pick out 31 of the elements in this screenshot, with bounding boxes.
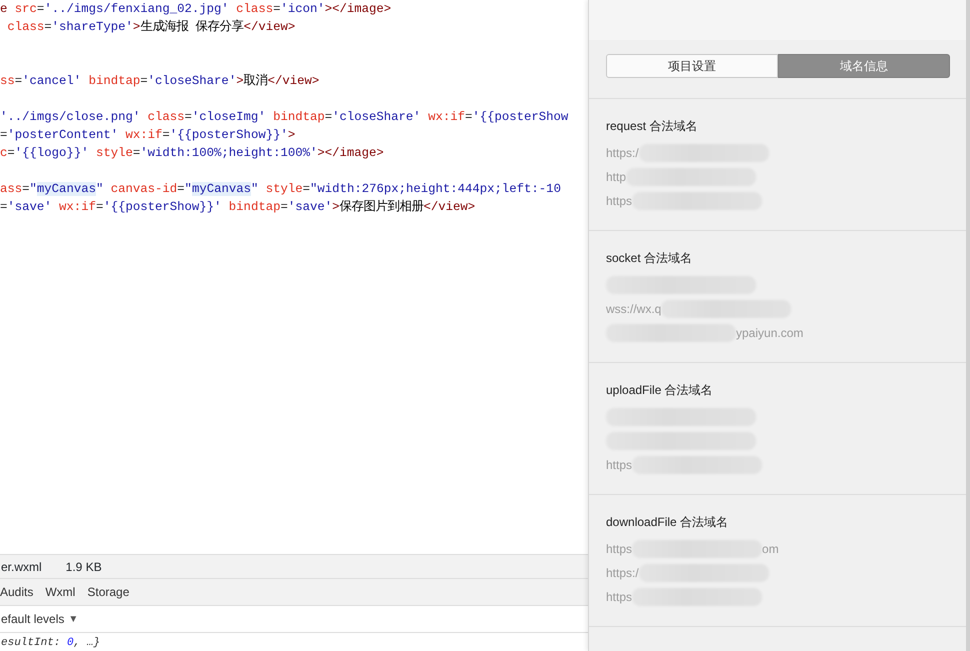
section-title: socket 合法域名 bbox=[606, 251, 694, 265]
code-line: ass="myCanvas" canvas-id="myCanvas" style="width:276px;height:444px;left:-10 bbox=[0, 181, 562, 198]
domain-url: https bbox=[606, 541, 632, 558]
code-line: '../imgs/close.png' class='closeImg' bindtap='closeShare' wx:if='{{posterShow bbox=[0, 109, 570, 126]
domain-url: https bbox=[606, 457, 632, 474]
segment-tab[interactable]: 项目设置 bbox=[606, 54, 778, 78]
domain-url: om bbox=[762, 541, 779, 558]
console-output: esultInt: 0, …} bbox=[0, 636, 102, 651]
code-line: e src='../imgs/fenxiang_02.jpg' class='icon'></image> bbox=[0, 1, 392, 18]
domain-url: wss://wx.q bbox=[606, 301, 662, 318]
code-line: ss='cancel' bindtap='closeShare'>取消</view> bbox=[0, 72, 320, 90]
domain-url: ypaiyun.com bbox=[736, 325, 804, 342]
domain-url: https:/ bbox=[606, 145, 639, 162]
domain-url: http bbox=[606, 169, 626, 186]
code-line: class='shareType'>生成海报 保存分享</view> bbox=[6, 18, 296, 36]
file-name: er.wxml bbox=[1, 558, 42, 576]
section-title: uploadFile 合法域名 bbox=[606, 383, 714, 397]
code-line: c='{{logo}}' style='width:100%;height:100%'></image> bbox=[0, 145, 385, 162]
log-level-filter[interactable]: efault levels bbox=[1, 610, 64, 628]
devtools-tab[interactable]: Audits bbox=[0, 579, 46, 605]
domain-url: https:/ bbox=[606, 565, 639, 582]
devtools-tab[interactable]: Storage bbox=[87, 579, 142, 605]
devtools-tab[interactable]: Wxml bbox=[45, 579, 88, 605]
code-line: ='posterContent' wx:if='{{posterShow}}'> bbox=[0, 127, 296, 144]
code-line: ='save' wx:if='{{posterShow}}' bindtap='save'>保存图片到相册</view> bbox=[0, 198, 476, 216]
section-title: request 合法域名 bbox=[606, 119, 698, 133]
domain-url: https bbox=[606, 589, 632, 606]
dropdown-caret-icon[interactable]: ▼ bbox=[68, 612, 78, 626]
file-size: 1.9 KB bbox=[66, 558, 102, 576]
section-title: downloadFile 合法域名 bbox=[606, 515, 730, 529]
domain-url: https bbox=[606, 193, 632, 210]
